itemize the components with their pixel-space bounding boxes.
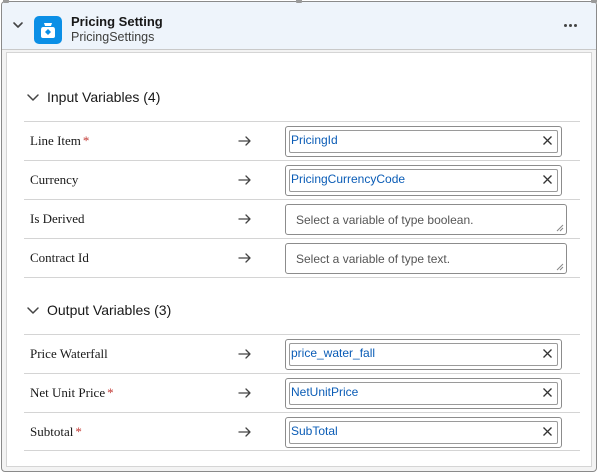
arrow-right-icon <box>238 253 251 263</box>
price-water-fall-input[interactable]: price_water_fall <box>285 339 562 370</box>
required-marker: * <box>75 424 82 439</box>
chevron-down-icon[interactable] <box>11 18 25 32</box>
chevron-down-icon <box>27 94 39 102</box>
chevron-down-icon <box>27 307 39 315</box>
arrow-right-icon <box>238 136 251 146</box>
row-label: Line Item * <box>30 133 90 148</box>
row-label: Price Waterfall <box>30 346 108 361</box>
pricing-setting-card: Pricing Setting PricingSettings Input Va… <box>1 1 597 472</box>
net-unit-price-input[interactable]: NetUnitPrice <box>285 378 562 409</box>
section-divider <box>24 277 580 278</box>
more-actions-icon[interactable] <box>562 20 580 32</box>
resize-handle-icon[interactable] <box>556 263 564 271</box>
field-value: SubTotal <box>291 424 338 438</box>
arrow-right-icon <box>238 388 251 398</box>
required-marker: * <box>107 385 114 400</box>
subtotal-input[interactable]: SubTotal <box>285 417 562 448</box>
arrow-right-icon <box>238 349 251 359</box>
row-label: Contract Id <box>30 250 89 265</box>
output-row-price-waterfall: Price Waterfall price_water_fall <box>24 334 580 373</box>
input-variables-title: Input Variables (4) <box>47 89 161 105</box>
card-subtitle: PricingSettings <box>71 30 155 44</box>
field-value: PricingId <box>291 133 338 147</box>
output-variables-section-toggle[interactable]: Output Variables (3) <box>25 302 171 318</box>
field-value: NetUnitPrice <box>291 385 359 399</box>
resize-handle-icon[interactable] <box>556 224 564 232</box>
arrow-right-icon <box>238 214 251 224</box>
row-label: Currency <box>30 172 79 187</box>
close-icon[interactable] <box>542 348 553 359</box>
close-icon[interactable] <box>542 426 553 437</box>
input-row-currency: Currency PricingCurrencyCode <box>24 160 580 199</box>
close-icon[interactable] <box>542 387 553 398</box>
input-row-contract-id: Contract Id Select a variable of type te… <box>24 238 580 277</box>
input-row-is-derived: Is Derived Select a variable of type boo… <box>24 199 580 238</box>
row-label: Subtotal * <box>30 424 82 439</box>
close-icon[interactable] <box>542 174 553 185</box>
arrow-right-icon <box>238 175 251 185</box>
resize-handle[interactable] <box>296 0 302 3</box>
field-placeholder: Select a variable of type text. <box>296 252 451 266</box>
field-value: price_water_fall <box>291 346 376 360</box>
field-value: PricingCurrencyCode <box>291 172 406 186</box>
pricing-currency-code-input[interactable]: PricingCurrencyCode <box>285 165 562 196</box>
close-icon[interactable] <box>542 135 553 146</box>
contract-id-input[interactable]: Select a variable of type text. <box>285 243 567 274</box>
card-header: Pricing Setting PricingSettings <box>2 2 596 50</box>
card-title: Pricing Setting <box>71 14 163 29</box>
is-derived-input[interactable]: Select a variable of type boolean. <box>285 204 567 235</box>
variables-panel: Input Variables (4) Line Item * PricingId… <box>6 52 592 467</box>
required-marker: * <box>82 133 90 148</box>
pricing-bag-icon <box>34 16 62 44</box>
output-row-net-unit-price: Net Unit Price * NetUnitPrice <box>24 373 580 412</box>
input-row-line-item: Line Item * PricingId <box>24 121 580 160</box>
output-variables-title: Output Variables (3) <box>47 302 172 318</box>
input-variables-section-toggle[interactable]: Input Variables (4) <box>25 89 160 105</box>
row-label: Is Derived <box>30 211 85 226</box>
arrow-right-icon <box>238 427 251 437</box>
resize-handle[interactable] <box>591 0 597 3</box>
field-placeholder: Select a variable of type boolean. <box>296 213 474 227</box>
row-label: Net Unit Price * <box>30 385 114 400</box>
pricing-id-input[interactable]: PricingId <box>285 126 562 157</box>
resize-handle[interactable] <box>3 0 9 3</box>
output-row-subtotal: Subtotal * SubTotal <box>24 412 580 451</box>
